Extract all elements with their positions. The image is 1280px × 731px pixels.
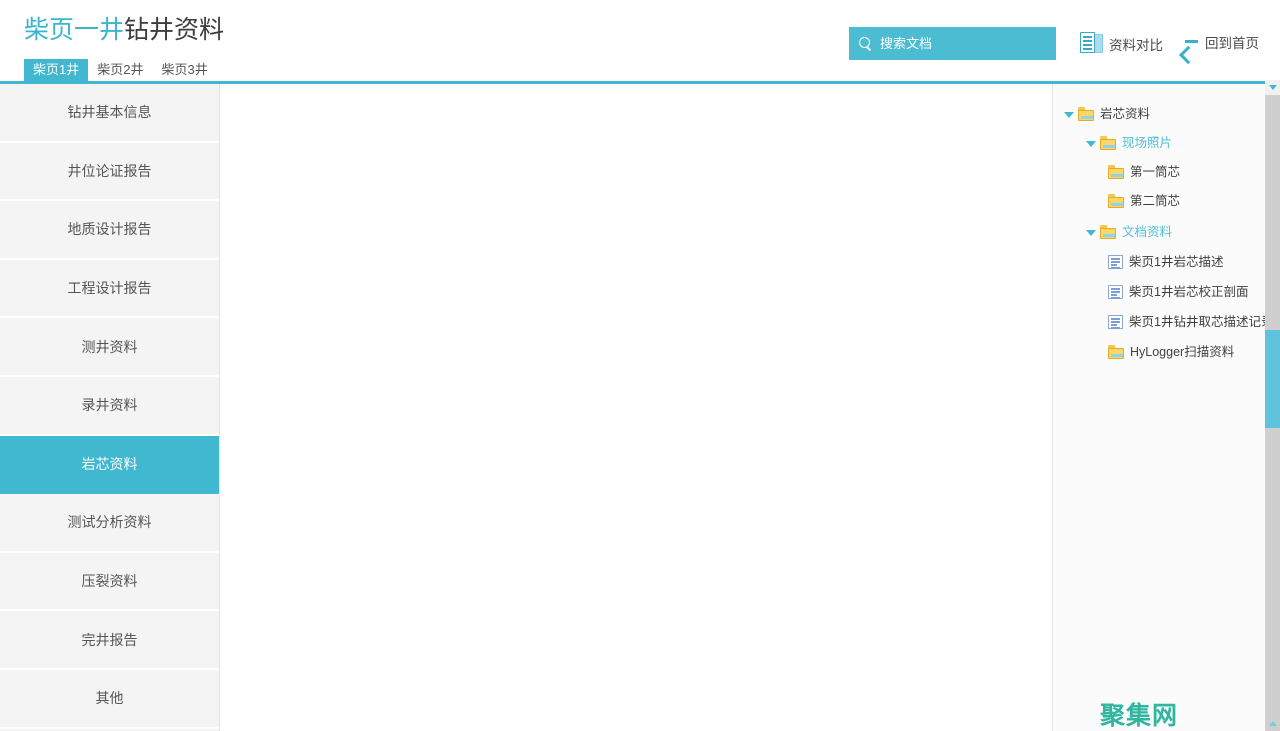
- sidebar-item-mud-logging-data[interactable]: 录井资料: [0, 376, 219, 436]
- sidebar-item-logging-data[interactable]: 测井资料: [0, 318, 219, 377]
- page-title-rest: 钻井资料: [124, 16, 225, 44]
- folder-icon: [1100, 225, 1116, 239]
- sidebar-item-completion-report[interactable]: 完井报告: [0, 611, 219, 670]
- sidebar-item-other[interactable]: 其他: [0, 669, 219, 729]
- tree-node-label: 第二筒芯: [1130, 194, 1181, 208]
- search-icon: [859, 36, 873, 51]
- folder-icon: [1078, 107, 1094, 121]
- well-tabs: 柴页1井 柴页2井 柴页3井: [24, 59, 217, 82]
- tree-node-label: 现场照片: [1122, 136, 1173, 150]
- chevron-down-icon[interactable]: [1085, 137, 1098, 150]
- sidebar-item-fracturing-data[interactable]: 压裂资料: [0, 552, 219, 612]
- app-root: 柴页一井钻井资料 柴页1井 柴页2井 柴页3井 资料对比 回到首页 钻井基本信息…: [0, 0, 1280, 731]
- page-title: 柴页一井钻井资料: [24, 14, 224, 46]
- tree-node-document-data[interactable]: 文档资料: [1053, 220, 1265, 244]
- tab-well-3[interactable]: 柴页3井: [152, 59, 216, 82]
- folder-icon: [1108, 194, 1124, 208]
- tree-node-label: 柴页1井岩芯校正剖面: [1129, 285, 1249, 299]
- sidebar-item-test-analysis-data[interactable]: 测试分析资料: [0, 494, 219, 553]
- tree-node-label: 柴页1井钻井取芯描述记录: [1129, 315, 1265, 329]
- tree-node-label: 文档资料: [1122, 225, 1173, 239]
- sidebar-item-geological-design-report[interactable]: 地质设计报告: [0, 201, 219, 260]
- scrollbar-track-upper[interactable]: [1265, 84, 1280, 330]
- compare-documents-button[interactable]: 资料对比: [1080, 32, 1163, 55]
- document-icon: [1108, 255, 1123, 269]
- search-box[interactable]: [849, 27, 1056, 60]
- tree-node-site-photos[interactable]: 现场照片: [1053, 131, 1265, 155]
- back-to-home-label: 回到首页: [1205, 36, 1259, 51]
- tree-node-core-data[interactable]: 岩芯资料: [1053, 102, 1265, 126]
- tree-node-second-core-barrel[interactable]: 第二筒芯: [1053, 189, 1265, 213]
- site-watermark: 聚集网: [1100, 701, 1179, 730]
- tree-node-first-core-barrel[interactable]: 第一筒芯: [1053, 160, 1265, 184]
- chevron-up-icon[interactable]: [1265, 716, 1280, 731]
- tree-node-core-description[interactable]: 柴页1井岩芯描述: [1053, 250, 1265, 274]
- app-header: 柴页一井钻井资料 柴页1井 柴页2井 柴页3井 资料对比 回到首页: [0, 0, 1280, 82]
- document-viewer-area: [221, 84, 1051, 731]
- tree-node-label: HyLogger扫描资料: [1130, 345, 1235, 359]
- back-to-home-button[interactable]: 回到首页: [1178, 32, 1259, 52]
- sidebar-item-well-site-report[interactable]: 井位论证报告: [0, 142, 219, 202]
- sidebar-item-core-data[interactable]: 岩芯资料: [0, 435, 219, 495]
- folder-icon: [1108, 165, 1124, 179]
- compare-documents-label: 资料对比: [1109, 37, 1163, 53]
- tree-node-label: 第一筒芯: [1130, 165, 1181, 179]
- document-icon: [1108, 315, 1123, 329]
- compare-documents-icon: [1080, 32, 1103, 55]
- tree-node-label: 柴页1井岩芯描述: [1129, 255, 1224, 269]
- chevron-down-icon[interactable]: [1063, 108, 1076, 121]
- sidebar-item-drilling-basic-info[interactable]: 钻井基本信息: [0, 84, 219, 143]
- tree-node-core-correction-profile[interactable]: 柴页1井岩芯校正剖面: [1053, 280, 1265, 304]
- document-icon: [1108, 285, 1123, 299]
- folder-icon: [1100, 136, 1116, 150]
- tree-node-hylogger-scan-data[interactable]: HyLogger扫描资料: [1053, 340, 1265, 364]
- sidebar-item-engineering-design-report[interactable]: 工程设计报告: [0, 259, 219, 319]
- tab-well-1[interactable]: 柴页1井: [24, 59, 89, 82]
- category-sidebar: 钻井基本信息 井位论证报告 地质设计报告 工程设计报告 测井资料 录井资料 岩芯…: [0, 84, 220, 731]
- tree-node-label: 岩芯资料: [1100, 107, 1151, 121]
- scrollbar-thumb[interactable]: [1265, 330, 1280, 428]
- file-tree-panel: 岩芯资料 现场照片 第一筒芯 第二筒芯 文档资料 柴页1井岩芯描述 柴页1井岩芯…: [1052, 84, 1265, 731]
- tree-node-coring-description-record[interactable]: 柴页1井钻井取芯描述记录: [1053, 310, 1265, 334]
- search-input[interactable]: [880, 36, 1050, 51]
- chevron-down-icon[interactable]: [1265, 80, 1280, 95]
- folder-icon: [1108, 345, 1124, 359]
- arrow-left-icon: [1178, 34, 1199, 50]
- chevron-down-icon[interactable]: [1085, 226, 1098, 239]
- page-scrollbar[interactable]: [1265, 80, 1280, 731]
- page-title-accent: 柴页一井: [24, 16, 125, 44]
- tab-well-2[interactable]: 柴页2井: [88, 59, 152, 82]
